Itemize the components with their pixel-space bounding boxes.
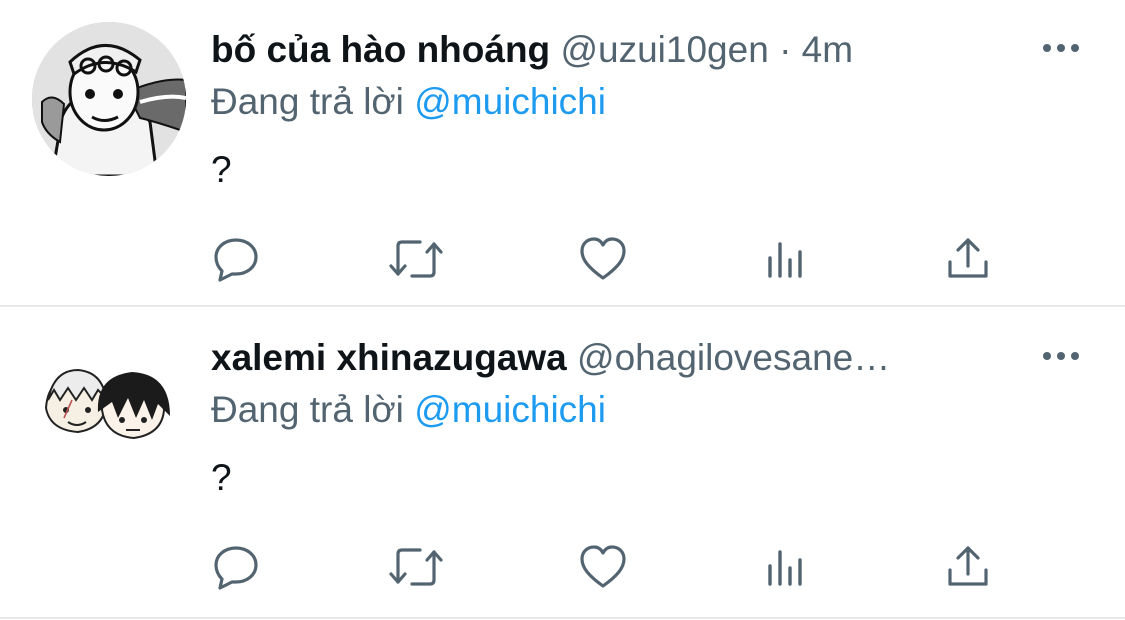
tweet-header: xalemi xhinazugawa @ohagilovesane…: [211, 336, 1031, 380]
retweet-button[interactable]: [388, 236, 443, 282]
action-bar: [212, 544, 1012, 590]
share-button[interactable]: [944, 236, 992, 282]
views-bar-chart-icon: [768, 550, 802, 586]
more-button[interactable]: [1041, 346, 1081, 366]
share-upload-icon: [948, 238, 988, 278]
tweet-text: ?: [211, 457, 232, 498]
retweet-icon: [389, 548, 443, 586]
retweet-button[interactable]: [388, 544, 443, 590]
display-name[interactable]: bố của hào nhoáng: [211, 29, 550, 70]
separator-dot: ·: [779, 29, 792, 70]
mention-link[interactable]: @muichichi: [414, 81, 606, 122]
mention-link[interactable]: @muichichi: [414, 389, 606, 430]
more-button[interactable]: [1041, 38, 1081, 58]
avatar[interactable]: [32, 22, 186, 176]
heart-icon: [580, 237, 626, 280]
reply-bubble-icon: [214, 238, 258, 282]
more-horizontal-icon: [1043, 352, 1079, 360]
tweet-header: bố của hào nhoáng @uzui10gen · 4m: [211, 28, 1031, 72]
timestamp[interactable]: 4m: [802, 29, 853, 70]
user-handle[interactable]: @ohagilovesane…: [577, 337, 890, 378]
avatar-manga-character-image: [32, 22, 186, 176]
views-bar-chart-icon: [768, 242, 802, 278]
reply-bubble-icon: [214, 546, 258, 590]
avatar-chibi-characters-image: [32, 330, 186, 484]
like-button[interactable]: [579, 544, 627, 590]
user-handle[interactable]: @uzui10gen: [560, 29, 768, 70]
like-button[interactable]: [579, 236, 627, 282]
share-upload-icon: [948, 546, 988, 586]
reply-button[interactable]: [212, 544, 260, 590]
heart-icon: [580, 545, 626, 588]
tweet[interactable]: bố của hào nhoáng @uzui10gen · 4m Đang t…: [0, 0, 1125, 306]
divider: [0, 617, 1125, 619]
more-horizontal-icon: [1043, 44, 1079, 52]
reply-button[interactable]: [212, 236, 260, 282]
tweet[interactable]: xalemi xhinazugawa @ohagilovesane… Đang …: [0, 308, 1125, 618]
views-button[interactable]: [764, 236, 812, 282]
tweet-text: ?: [211, 149, 232, 190]
divider: [0, 305, 1125, 307]
replying-to-label: Đang trả lời: [211, 389, 404, 430]
replying-to-label: Đang trả lời: [211, 81, 404, 122]
action-bar: [212, 236, 1012, 282]
avatar[interactable]: [32, 330, 186, 484]
retweet-icon: [389, 240, 443, 278]
share-button[interactable]: [944, 544, 992, 590]
replying-to: Đang trả lời @muichichi: [211, 80, 606, 124]
display-name[interactable]: xalemi xhinazugawa: [211, 337, 567, 378]
views-button[interactable]: [764, 544, 812, 590]
replying-to: Đang trả lời @muichichi: [211, 388, 606, 432]
